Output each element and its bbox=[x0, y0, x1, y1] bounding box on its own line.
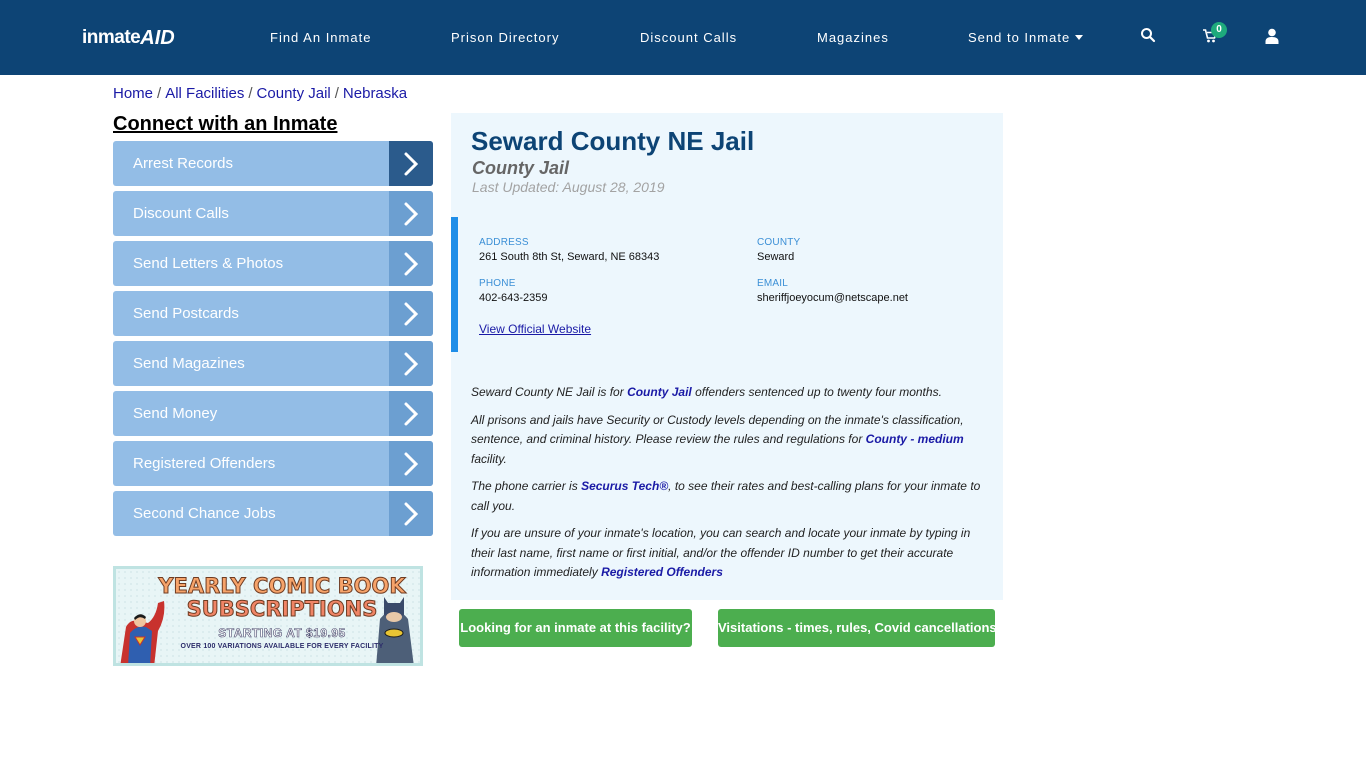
description-paragraph: Seward County NE Jail is for County Jail… bbox=[471, 383, 987, 403]
description-text: facility. bbox=[471, 451, 507, 466]
nav-send-to-inmate[interactable]: Send to Inmate bbox=[968, 30, 1084, 46]
breadcrumb-separator: / bbox=[157, 85, 162, 102]
chevron-right-icon bbox=[389, 141, 433, 186]
sidebar-item-send-money[interactable]: Send Money bbox=[113, 391, 433, 436]
logo-text-inmate: inmate bbox=[82, 27, 141, 48]
sidebar-title: Connect with an Inmate bbox=[113, 113, 338, 135]
sidebar-item-label: Registered Offenders bbox=[133, 455, 276, 472]
top-navbar: inmate AID Find An Inmate Prison Directo… bbox=[0, 0, 1366, 75]
county-medium-link[interactable]: County - medium bbox=[866, 432, 964, 446]
nav-magazines[interactable]: Magazines bbox=[817, 30, 889, 46]
facility-description: Seward County NE Jail is for County Jail… bbox=[471, 383, 987, 591]
sidebar-item-label: Send Money bbox=[133, 405, 218, 422]
address-label: ADDRESS bbox=[479, 237, 529, 248]
ad-price: STARTING AT $19.95 bbox=[218, 626, 346, 641]
sidebar-item-label: Send Magazines bbox=[133, 355, 245, 372]
ad-tagline: OVER 100 VARIATIONS AVAILABLE FOR EVERY … bbox=[180, 643, 384, 650]
sidebar-item-label: Send Postcards bbox=[133, 305, 239, 322]
view-official-website-link[interactable]: View Official Website bbox=[479, 322, 591, 336]
ad-subheadline: SUBSCRIPTIONS bbox=[186, 597, 378, 622]
sidebar-item-send-magazines[interactable]: Send Magazines bbox=[113, 341, 433, 386]
registered-offenders-link[interactable]: Registered Offenders bbox=[601, 565, 723, 579]
sidebar-item-registered-offenders[interactable]: Registered Offenders bbox=[113, 441, 433, 486]
breadcrumb-home[interactable]: Home bbox=[113, 85, 153, 102]
sidebar-menu: Arrest Records Discount Calls Send Lette… bbox=[113, 141, 433, 541]
nav-find-an-inmate[interactable]: Find An Inmate bbox=[270, 30, 371, 46]
sidebar-item-arrest-records[interactable]: Arrest Records bbox=[113, 141, 433, 186]
nav-send-to-inmate-label: Send to Inmate bbox=[968, 30, 1071, 45]
facility-panel: Seward County NE Jail County Jail Last U… bbox=[451, 113, 1003, 600]
description-paragraph: All prisons and jails have Security or C… bbox=[471, 411, 987, 470]
sidebar-item-second-chance-jobs[interactable]: Second Chance Jobs bbox=[113, 491, 433, 536]
sidebar-item-label: Send Letters & Photos bbox=[133, 255, 284, 272]
description-text: Seward County NE Jail is for bbox=[471, 385, 628, 399]
chevron-right-icon bbox=[389, 441, 433, 486]
chevron-right-icon bbox=[389, 291, 433, 336]
nav-discount-calls[interactable]: Discount Calls bbox=[640, 30, 737, 46]
sidebar-item-send-postcards[interactable]: Send Postcards bbox=[113, 291, 433, 336]
county-jail-link[interactable]: County Jail bbox=[627, 385, 692, 399]
description-text: The phone carrier is bbox=[471, 479, 582, 493]
sidebar-item-send-letters-photos[interactable]: Send Letters & Photos bbox=[113, 241, 433, 286]
sidebar-item-label: Second Chance Jobs bbox=[133, 505, 276, 522]
description-paragraph: If you are unsure of your inmate's locat… bbox=[471, 524, 987, 583]
nav-prison-directory[interactable]: Prison Directory bbox=[451, 30, 559, 46]
chevron-right-icon bbox=[389, 341, 433, 386]
user-icon[interactable] bbox=[1265, 28, 1283, 46]
phone-value: 402-643-2359 bbox=[479, 292, 548, 304]
chevron-right-icon bbox=[389, 191, 433, 236]
logo-text-aid: AID bbox=[140, 27, 175, 49]
sidebar-item-discount-calls[interactable]: Discount Calls bbox=[113, 191, 433, 236]
breadcrumb-separator: / bbox=[334, 85, 339, 102]
county-value: Seward bbox=[757, 251, 795, 263]
sidebar-item-label: Discount Calls bbox=[133, 205, 229, 222]
sidebar-item-label: Arrest Records bbox=[133, 155, 234, 172]
facility-name: Seward County NE Jail bbox=[471, 126, 755, 156]
cart-count-badge: 0 bbox=[1211, 22, 1227, 38]
chevron-right-icon bbox=[389, 241, 433, 286]
phone-label: PHONE bbox=[479, 278, 516, 289]
email-label: EMAIL bbox=[757, 278, 789, 289]
chevron-right-icon bbox=[389, 391, 433, 436]
description-text: offenders sentenced up to twenty four mo… bbox=[691, 385, 942, 399]
securus-tech-link[interactable]: Securus Tech® bbox=[581, 479, 668, 493]
breadcrumb-separator: / bbox=[248, 85, 253, 102]
caret-down-icon bbox=[1075, 35, 1084, 40]
site-logo[interactable]: inmate AID bbox=[82, 22, 175, 54]
facility-info-box: ADDRESS 261 South 8th St, Seward, NE 683… bbox=[451, 217, 1003, 352]
visitations-button[interactable]: Visitations - times, rules, Covid cancel… bbox=[718, 609, 997, 647]
facility-type: County Jail bbox=[472, 158, 570, 178]
find-inmate-at-facility-button[interactable]: Looking for an inmate at this facility? bbox=[459, 609, 692, 647]
breadcrumb: Home / All Facilities / County Jail / Nebraska bbox=[113, 85, 407, 103]
email-value: sheriffjoeyocum@netscape.net bbox=[757, 292, 908, 304]
comic-subscription-ad-banner[interactable]: YEARLY COMIC BOOK SUBSCRIPTIONS STARTING… bbox=[113, 566, 423, 666]
address-value: 261 South 8th St, Seward, NE 68343 bbox=[479, 251, 660, 263]
last-updated: Last Updated: August 28, 2019 bbox=[472, 179, 665, 195]
ad-headline: YEARLY COMIC BOOK bbox=[158, 574, 406, 599]
description-paragraph: The phone carrier is Securus Tech®, to s… bbox=[471, 477, 987, 516]
county-label: COUNTY bbox=[757, 237, 801, 248]
breadcrumb-nebraska[interactable]: Nebraska bbox=[343, 85, 407, 102]
breadcrumb-county-jail[interactable]: County Jail bbox=[257, 85, 331, 102]
breadcrumb-all-facilities[interactable]: All Facilities bbox=[165, 85, 244, 102]
chevron-right-icon bbox=[389, 491, 433, 536]
search-icon[interactable] bbox=[1140, 27, 1158, 45]
